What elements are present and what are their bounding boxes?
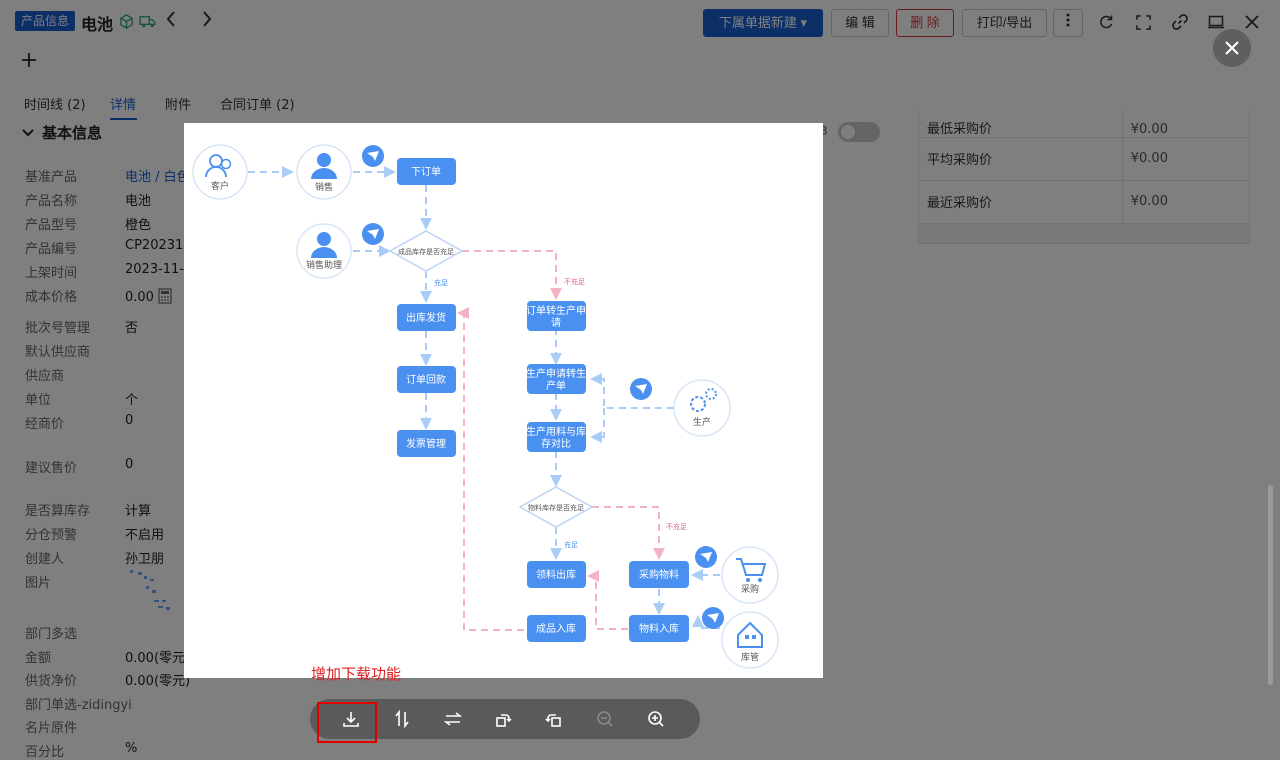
flip-vertical-button[interactable] [390, 707, 414, 731]
download-highlight-box [317, 702, 377, 743]
zoom-out-icon [597, 711, 613, 727]
download-annotation: 增加下载功能 [311, 665, 402, 683]
flip-vertical-icon [395, 710, 409, 728]
svg-text:充足: 充足 [434, 278, 448, 287]
flip-horizontal-icon [444, 712, 462, 726]
svg-text:库管: 库管 [741, 651, 759, 663]
svg-text:发票管理: 发票管理 [406, 437, 446, 450]
actor-sales: 销售 [296, 144, 352, 200]
page-scrollbar[interactable] [1268, 485, 1273, 685]
viewer-close-button[interactable] [1213, 29, 1251, 67]
zoom-in-icon [648, 711, 664, 727]
zoom-out-button[interactable] [593, 707, 617, 731]
rotate-right-icon [496, 714, 512, 727]
svg-text:存对比: 存对比 [541, 437, 571, 450]
svg-text:出库发货: 出库发货 [406, 311, 446, 324]
actor-customer: 客户 [192, 144, 248, 200]
zoom-in-button[interactable] [644, 707, 668, 731]
decision-material-check: 物料库存是否充足 [518, 486, 594, 528]
svg-text:产单: 产单 [546, 379, 566, 392]
svg-text:生产申请转生: 生产申请转生 [526, 367, 586, 380]
actor-purchase: 采购 [721, 546, 779, 604]
svg-text:充足: 充足 [564, 540, 578, 549]
svg-text:生产用料与库: 生产用料与库 [526, 425, 586, 438]
svg-text:不充足: 不充足 [666, 522, 687, 531]
svg-text:采购: 采购 [741, 583, 759, 595]
svg-text:物料入库: 物料入库 [639, 622, 679, 635]
svg-text:销售: 销售 [315, 181, 333, 193]
svg-text:请: 请 [551, 316, 561, 329]
actor-sales-assistant: 销售助理 [296, 223, 352, 279]
decision-stock-check: 成品库存是否充足 [388, 230, 464, 272]
svg-text:订单转生产申: 订单转生产申 [526, 304, 586, 317]
svg-text:成品库存是否充足: 成品库存是否充足 [398, 247, 454, 256]
svg-text:领料出库: 领料出库 [536, 568, 576, 581]
svg-text:成品入库: 成品入库 [536, 622, 576, 635]
svg-text:生产: 生产 [693, 416, 711, 428]
svg-text:不充足: 不充足 [564, 277, 585, 286]
svg-text:下订单: 下订单 [411, 166, 441, 178]
svg-text:采购物料: 采购物料 [639, 568, 679, 581]
close-icon [1225, 41, 1239, 55]
rotate-right-button[interactable] [491, 707, 515, 731]
svg-text:订单回款: 订单回款 [406, 373, 446, 386]
svg-text:物料库存是否充足: 物料库存是否充足 [528, 503, 584, 512]
flowchart-image[interactable]: 客户 销售 销售助理 生产 采购 库管 下订单 出库发货 订单回款 发票管理 订… [184, 123, 823, 678]
actor-warehouse: 库管 [721, 611, 779, 669]
rotate-left-icon [545, 714, 561, 727]
actor-production: 生产 [673, 379, 731, 437]
flip-horizontal-button[interactable] [441, 707, 465, 731]
svg-text:销售助理: 销售助理 [306, 259, 342, 271]
rotate-left-button[interactable] [542, 707, 566, 731]
svg-text:客户: 客户 [211, 180, 229, 192]
